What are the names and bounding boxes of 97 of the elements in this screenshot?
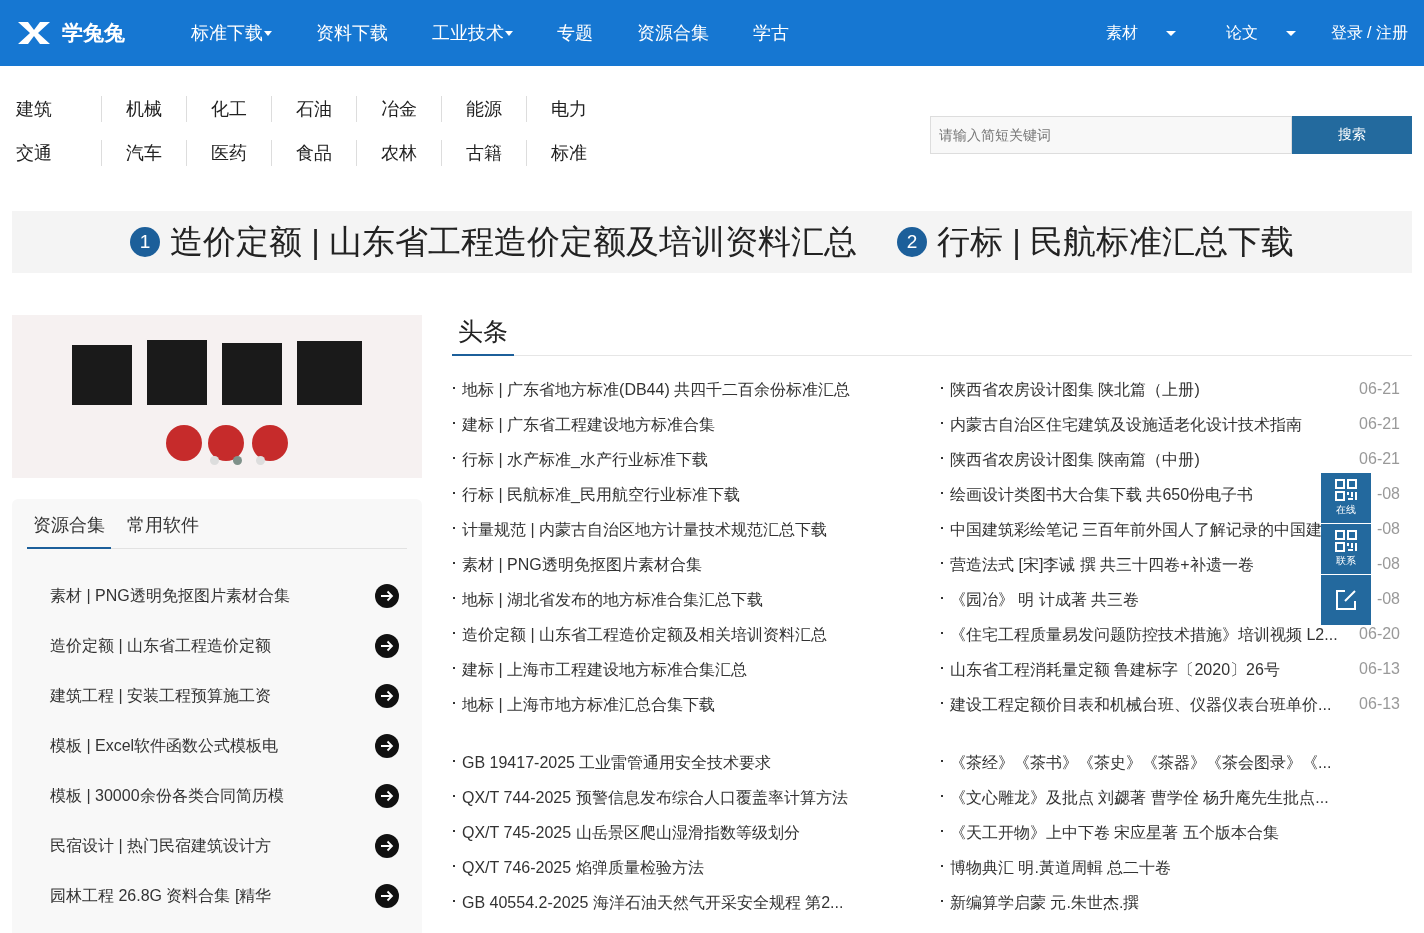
site-logo-text[interactable]: 学兔兔 [62,19,125,47]
category-link[interactable]: 古籍 [441,140,526,166]
category-link[interactable]: 电力 [526,96,611,122]
category-link[interactable]: 汽车 [101,140,186,166]
book-link[interactable]: 博物典汇 明.黃道周輯 总二十卷 [950,858,1172,879]
standard-link[interactable]: QX/T 744-2025 预警信息发布综合人口覆盖率计算方法 [462,788,848,809]
search-button[interactable]: 搜索 [1292,116,1412,154]
news-link[interactable]: 陕西省农房设计图集 陕北篇（上册) [950,380,1200,401]
book-link[interactable]: 《茶经》《茶书》《茶史》《茶器》《茶会图录》《... [950,753,1332,774]
news-date: 06-13 [1359,695,1400,713]
nav-link[interactable]: 工业技术 [432,21,513,45]
arrow-right-icon[interactable] [375,884,399,908]
category-link[interactable]: 交通 [16,140,101,166]
headline-link[interactable]: 造价定额 | 山东省工程造价定额及培训资料汇总 [170,219,857,265]
section-tab[interactable]: 头条 [452,315,514,356]
number-badge: 1 [130,227,161,257]
menu-dropdown[interactable]: 素材 [1105,22,1176,44]
news-link[interactable]: 地标 | 湖北省发布的地方标准合集汇总下载 [462,590,764,611]
arrow-right-icon[interactable] [375,684,399,708]
category-link[interactable]: 农林 [356,140,441,166]
headline-link[interactable]: 行标 | 民航标准汇总下载 [937,219,1294,265]
news-date: -08 [1376,555,1400,573]
category-link[interactable]: 机械 [101,96,186,122]
category-link[interactable]: 建筑 [16,96,101,122]
category-link[interactable]: 医药 [186,140,271,166]
news-link[interactable]: 建标 | 上海市工程建设地方标准合集汇总 [462,660,748,681]
arrow-right-icon[interactable] [375,584,399,608]
news-link[interactable]: 素材 | PNG透明免抠图片素材合集 [462,555,702,576]
news-link[interactable]: 地标 | 上海市地方标准汇总合集下载 [462,695,716,716]
book-link[interactable]: 《天工开物》上中下卷 宋应星著 五个版本合集 [950,823,1279,844]
news-link[interactable]: 山东省工程消耗量定额 鲁建标字〔2020〕26号 [950,660,1280,681]
news-date: 06-13 [1359,660,1400,678]
news-link[interactable]: 陕西省农房设计图集 陕南篇（中册) [950,450,1200,471]
news-link[interactable]: 《住宅工程质量易发问题防控技术措施》培训视频 L2... [950,625,1338,646]
category-link[interactable]: 能源 [441,96,526,122]
standard-link[interactable]: GB 19417-2025 工业雷管通用安全技术要求 [462,753,772,774]
resource-link[interactable]: 素材 | PNG透明免抠图片素材合集 [50,585,290,607]
news-date: 06-21 [1359,415,1400,433]
standard-link[interactable]: QX/T 745-2025 山岳景区爬山湿滑指数等级划分 [462,823,800,844]
float-button[interactable]: 在线 [1321,473,1371,523]
news-link[interactable]: 内蒙古自治区住宅建筑及设施适老化设计技术指南 [950,415,1302,436]
panel-tab[interactable]: 资源合集 [27,513,111,549]
standard-link[interactable]: QX/T 746-2025 焰弹质量检验方法 [462,858,704,879]
nav-link[interactable]: 学古 [753,21,789,45]
news-link[interactable]: 地标 | 广东省地方标准(DB44) 共四千二百余份标准汇总 [462,380,851,401]
news-link[interactable]: 计量规范 | 内蒙古自治区地方计量技术规范汇总下载 [462,520,828,541]
news-link[interactable]: 建标 | 广东省工程建设地方标准合集 [462,415,716,436]
news-link[interactable]: 建设工程定额价目表和机械台班、仪器仪表台班单价... [950,695,1332,716]
news-link[interactable]: 行标 | 水产标准_水产行业标准下载 [462,450,708,471]
login-link[interactable]: 登录 / 注册 [1330,22,1408,44]
news-date: 06-21 [1359,450,1400,468]
carousel-dot[interactable] [210,456,219,465]
book-link[interactable]: 新编算学启蒙 元.朱世杰.撰 [950,893,1140,914]
news-link[interactable]: 《园冶》 明 计成著 共三卷 [950,590,1140,611]
resource-link[interactable]: 模板 | Excel软件函数公式模板电 [50,735,279,757]
category-link[interactable]: 食品 [271,140,356,166]
menu-dropdown[interactable]: 论文 [1225,22,1296,44]
nav-link[interactable]: 专题 [557,21,593,45]
news-date: -08 [1376,590,1400,608]
resource-link[interactable]: 建筑工程 | 安装工程预算施工资 [50,685,272,707]
carousel-dot[interactable] [256,456,265,465]
news-link[interactable]: 绘画设计类图书大合集下载 共650份电子书 [950,485,1254,506]
category-link[interactable]: 冶金 [356,96,441,122]
news-date: -08 [1376,520,1400,538]
nav-link[interactable]: 资源合集 [637,21,709,45]
category-link[interactable]: 石油 [271,96,356,122]
arrow-right-icon[interactable] [375,734,399,758]
qr-code-icon [1335,479,1357,501]
arrow-right-icon[interactable] [375,634,399,658]
number-badge: 2 [897,227,927,257]
news-date: 06-21 [1359,380,1400,398]
resource-link[interactable]: 造价定额 | 山东省工程造价定额 [50,635,272,657]
logo-icon[interactable] [16,20,52,46]
arrow-right-icon[interactable] [375,834,399,858]
edit-icon [1335,589,1357,611]
standard-link[interactable]: GB 40554.2-2025 海洋石油天然气开采安全规程 第2... [462,893,844,914]
news-date: -08 [1376,485,1400,503]
arrow-right-icon[interactable] [375,784,399,808]
float-button[interactable]: 联系 [1321,524,1371,574]
resource-link[interactable]: 民宿设计 | 热门民宿建筑设计方 [50,835,272,857]
resource-link[interactable]: 园林工程 26.8G 资料合集 [精华 [50,885,272,907]
news-link[interactable]: 营造法式 [宋]李诫 撰 共三十四卷+补遗一卷 [950,555,1254,576]
news-date: 06-20 [1359,625,1400,643]
news-link[interactable]: 行标 | 民航标准_民用航空行业标准下载 [462,485,740,506]
news-link[interactable]: 中国建筑彩绘笔记 三百年前外国人了解记录的中国建 [950,520,1323,541]
news-link[interactable]: 造价定额 | 山东省工程造价定额及相关培训资料汇总 [462,625,828,646]
feedback-button[interactable] [1321,575,1371,625]
book-link[interactable]: 《文心雕龙》及批点 刘勰著 曹学佺 杨升庵先生批点... [950,788,1329,809]
panel-tab[interactable]: 常用软件 [121,513,205,549]
qr-code-icon [1335,530,1357,552]
resource-link[interactable]: 模板 | 30000余份各类合同简历模 [50,785,284,807]
carousel-dot[interactable] [233,456,242,465]
category-link[interactable]: 标准 [526,140,611,166]
search-field[interactable]: 请输入简短关键词 [930,116,1292,154]
category-link[interactable]: 化工 [186,96,271,122]
nav-link[interactable]: 资料下载 [316,21,388,45]
nav-link[interactable]: 标准下载 [191,21,272,45]
